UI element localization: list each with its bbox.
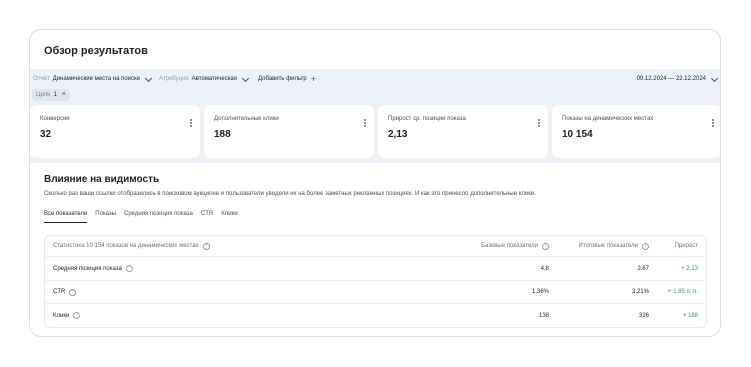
table-row: CTR? 1,36% 3,21% + 1,85 п. п.: [45, 281, 706, 304]
help-icon[interactable]: ?: [642, 242, 649, 250]
final-value: 3,21%: [631, 289, 649, 295]
header-label: Базовые показатели: [481, 243, 538, 249]
row-name: Средняя позиция показа?: [53, 257, 133, 280]
growth-value: + 188: [682, 312, 698, 319]
more-options-icon[interactable]: [364, 119, 366, 128]
goals-chip-value: 1: [53, 92, 57, 98]
metric-card-conversions: Конверсии 32: [30, 105, 200, 158]
tab-avg-position[interactable]: Средняя позиция показа: [124, 211, 193, 223]
metric-card-value: 188: [214, 129, 231, 140]
help-icon[interactable]: ?: [125, 265, 133, 272]
chevron-down-icon: [710, 74, 719, 82]
report-select-label: Отчёт: [33, 76, 50, 82]
add-filter-button[interactable]: Добавить фильтр +: [258, 73, 316, 86]
filters-bar: Отчёт Динамические места на поиске Атриб…: [30, 69, 720, 104]
base-value: 1,36%: [531, 289, 549, 295]
tab-all-metrics[interactable]: Все показатели: [44, 211, 88, 223]
attribution-select[interactable]: Атрибуция Автоматическая: [159, 73, 250, 86]
metric-card-value: 32: [40, 129, 52, 140]
help-icon[interactable]: ?: [69, 288, 77, 296]
row-name: Клики?: [53, 304, 81, 327]
metric-card-dynamic-impressions: Показы на динамических местах 10 154: [552, 105, 720, 158]
chevron-down-icon: [145, 74, 153, 82]
more-options-icon[interactable]: [538, 119, 540, 128]
table-header-cell: Базовые показатели?: [481, 236, 549, 256]
metric-card-position-growth: Прирост ср. позиции показа 2,13: [378, 105, 548, 158]
report-select[interactable]: Отчёт Динамические места на поиске: [33, 73, 153, 86]
more-options-icon[interactable]: [712, 119, 714, 128]
final-value: 326: [638, 312, 649, 319]
table-row: Клики? 138 326 + 188: [45, 304, 706, 327]
metric-card-title: Конверсии: [40, 116, 70, 122]
table-header-cell: Статистика 10 154 показов на динамически…: [53, 236, 210, 256]
tab-ctr[interactable]: CTR: [201, 211, 213, 223]
help-icon[interactable]: ?: [73, 312, 81, 319]
more-options-icon[interactable]: [190, 119, 192, 128]
table-header-cell: Прирост: [674, 243, 698, 249]
header-label: Итоговые показатели: [578, 243, 638, 249]
metric-card-value: 10 154: [562, 129, 593, 140]
chevron-down-icon: [241, 74, 250, 82]
metric-card-title: Дополнительные клики: [214, 116, 279, 122]
metric-card-title: Прирост ср. позиции показа: [388, 116, 466, 122]
base-value: 138: [538, 312, 549, 319]
growth-value: + 1,85 п. п.: [667, 289, 698, 295]
row-name-label: Средняя позиция показа: [53, 265, 122, 272]
table-row: Средняя позиция показа? 4,8 2,67 + 2,13: [45, 257, 706, 281]
base-value: 4,8: [540, 265, 549, 272]
section-title: Влияние на видимость: [44, 174, 160, 185]
header-label: Статистика 10 154 показов на динамически…: [53, 243, 199, 249]
page-title: Обзор результатов: [44, 45, 148, 57]
plus-icon: +: [310, 74, 316, 84]
metric-card-title: Показы на динамических местах: [562, 116, 654, 122]
help-icon[interactable]: ?: [202, 242, 210, 250]
tab-impressions[interactable]: Показы: [95, 211, 116, 223]
table-header-row: Статистика 10 154 показов на динамически…: [45, 236, 706, 257]
statistics-table: Статистика 10 154 показов на динамически…: [44, 235, 707, 328]
table-header-cell: Итоговые показатели?: [579, 236, 649, 256]
goals-chip-label: Цели: [36, 92, 51, 98]
metric-card-extra-clicks: Дополнительные клики 188: [204, 105, 374, 158]
visibility-section: Влияние на видимость Сколько раз ваши сс…: [30, 163, 720, 336]
date-range-value: 09.12.2024 — 22.12.2024: [636, 76, 706, 82]
report-select-value: Динамические места на поиске: [52, 76, 141, 82]
growth-value: + 2,13: [681, 265, 698, 272]
attribution-select-value: Автоматическая: [191, 76, 237, 82]
metric-card-value: 2,13: [388, 129, 408, 140]
row-name-label: Клики: [53, 312, 70, 319]
tab-clicks[interactable]: Клики: [221, 211, 237, 223]
add-filter-label: Добавить фильтр: [258, 76, 307, 82]
help-icon[interactable]: ?: [542, 242, 549, 250]
metric-tabs: Все показатели Показы Средняя позиция по…: [44, 211, 246, 223]
results-overview-panel: Обзор результатов Отчёт Динамические мес…: [29, 29, 721, 337]
section-description: Сколько раз ваши ссылки отобразились в п…: [44, 191, 536, 197]
date-range-select[interactable]: 09.12.2024 — 22.12.2024: [636, 73, 719, 86]
goals-filter-chip[interactable]: Цели 1 ×: [32, 89, 70, 101]
row-name: CTR?: [53, 281, 77, 303]
final-value: 2,67: [637, 265, 649, 272]
panel-header: Обзор результатов: [30, 30, 720, 69]
row-name-label: CTR: [53, 289, 66, 295]
close-icon[interactable]: ×: [62, 89, 66, 101]
attribution-select-label: Атрибуция: [159, 76, 189, 82]
